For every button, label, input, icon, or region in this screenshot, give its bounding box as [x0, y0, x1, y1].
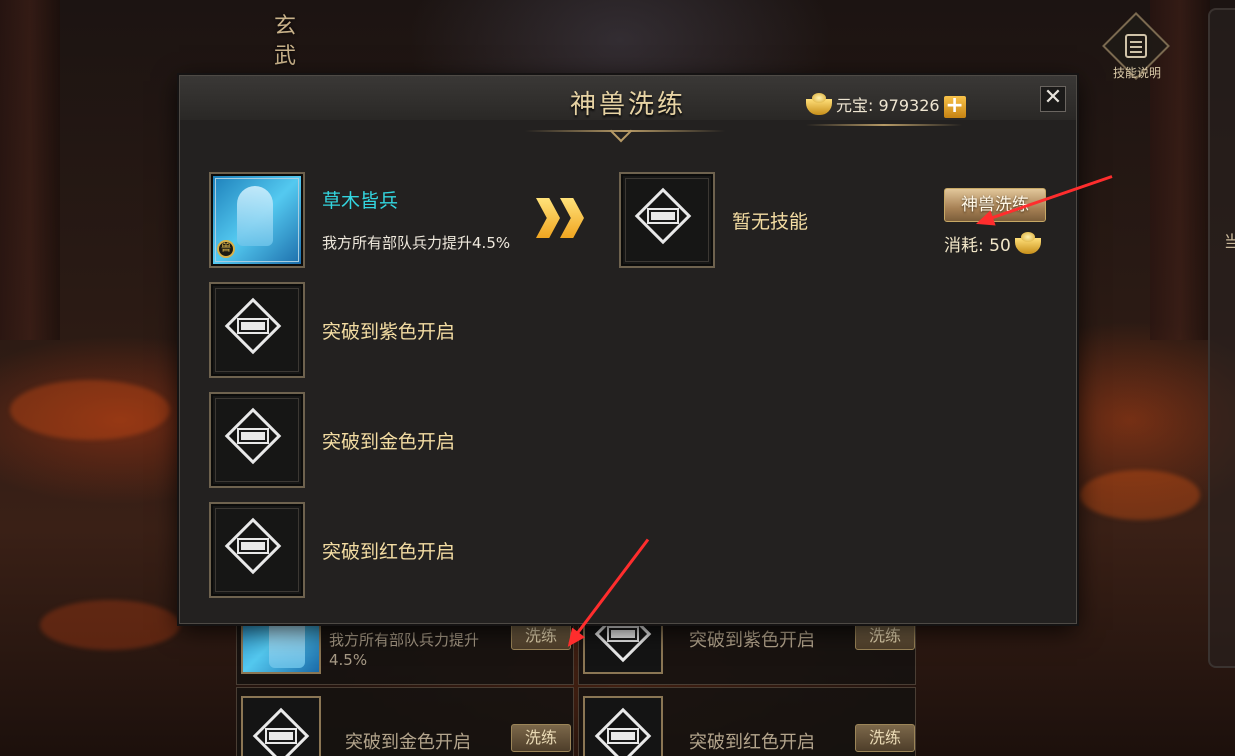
bg-locked-text: 突破到红色开启 — [689, 732, 815, 753]
skill-info-label: 技能说明 — [1112, 66, 1161, 80]
bg-wash-button[interactable]: 洗练 — [855, 622, 915, 650]
currency-display: 元宝: 979326 + — [806, 92, 966, 122]
hero-figure — [237, 186, 273, 246]
skill-info-button[interactable]: 技能说明 — [1100, 12, 1174, 92]
double-chevron-icon — [536, 198, 592, 238]
currency-label: 元宝 — [836, 96, 869, 115]
side-panel-char: 当 — [1224, 232, 1235, 251]
locked-text-purple: 突破到紫色开启 — [322, 321, 456, 343]
vertical-title: 玄 武 — [268, 12, 302, 72]
bg-wash-button[interactable]: 洗练 — [511, 622, 571, 650]
bg-skill-desc: 我方所有部队兵力提升4.5% — [329, 631, 480, 669]
curtain-left — [0, 0, 60, 340]
locked-slot-gold — [209, 392, 305, 488]
bg-locked-text: 突破到紫色开启 — [689, 630, 815, 651]
locked-text-red: 突破到红色开启 — [322, 541, 456, 563]
lava-glow — [40, 600, 180, 650]
beast-wash-dialog: 神兽洗练 元宝: 979326 + ✕ 兽 草木皆兵 我方所有部队兵力提升4.5%… — [179, 75, 1077, 624]
cost-display: 消耗: 50 — [944, 231, 1041, 256]
cost-separator: : — [978, 236, 990, 256]
lava-glow — [10, 380, 170, 440]
lock-bar-icon — [239, 430, 267, 442]
bg-lock-slot — [241, 696, 321, 756]
currency-underline — [806, 124, 962, 126]
bg-locked-text: 突破到金色开启 — [345, 732, 471, 753]
current-skill-slot[interactable]: 兽 — [209, 172, 305, 268]
new-skill-slot — [619, 172, 715, 268]
bg-locked-row: 突破到金色开启 洗练 — [236, 687, 574, 756]
locked-text-gold: 突破到金色开启 — [322, 431, 456, 453]
lava-glow — [1080, 470, 1200, 520]
game-screen: 玄 武 技能说明 当 我方所有部队兵力提升4.5% 洗练 突破到紫色开启 洗练 … — [0, 0, 1235, 756]
skill-name: 草木皆兵 — [322, 190, 399, 212]
currency-separator: : — [868, 96, 879, 115]
vertical-title-char: 武 — [273, 44, 296, 69]
side-panel: 当 — [1208, 8, 1235, 668]
locked-slot-red — [209, 502, 305, 598]
close-button[interactable]: ✕ — [1040, 86, 1066, 112]
locked-slot-purple — [209, 282, 305, 378]
lock-bar-icon — [609, 730, 637, 742]
currency-value: 979326 — [878, 96, 940, 115]
lock-bar-icon — [239, 540, 267, 552]
bg-locked-row: 突破到红色开启 洗练 — [578, 687, 916, 756]
cost-label: 消耗 — [944, 236, 978, 256]
lock-bar-icon — [649, 210, 677, 222]
bg-lock-slot — [583, 696, 663, 756]
beast-badge-icon: 兽 — [217, 240, 235, 258]
bg-wash-button[interactable]: 洗练 — [511, 724, 571, 752]
gold-ingot-icon — [806, 92, 832, 115]
title-ornament — [525, 119, 725, 146]
lock-bar-icon — [609, 628, 637, 640]
cost-value: 50 — [989, 236, 1011, 256]
add-currency-button[interactable]: + — [943, 94, 966, 118]
skill-desc: 我方所有部队兵力提升4.5% — [322, 234, 511, 252]
bg-wash-button[interactable]: 洗练 — [855, 724, 915, 752]
gold-ingot-icon — [1014, 232, 1041, 254]
lock-bar-icon — [239, 320, 267, 332]
lock-bar-icon — [267, 730, 295, 742]
vertical-title-char: 玄 — [273, 14, 296, 39]
document-icon — [1125, 34, 1147, 58]
new-skill-text: 暂无技能 — [732, 211, 809, 233]
